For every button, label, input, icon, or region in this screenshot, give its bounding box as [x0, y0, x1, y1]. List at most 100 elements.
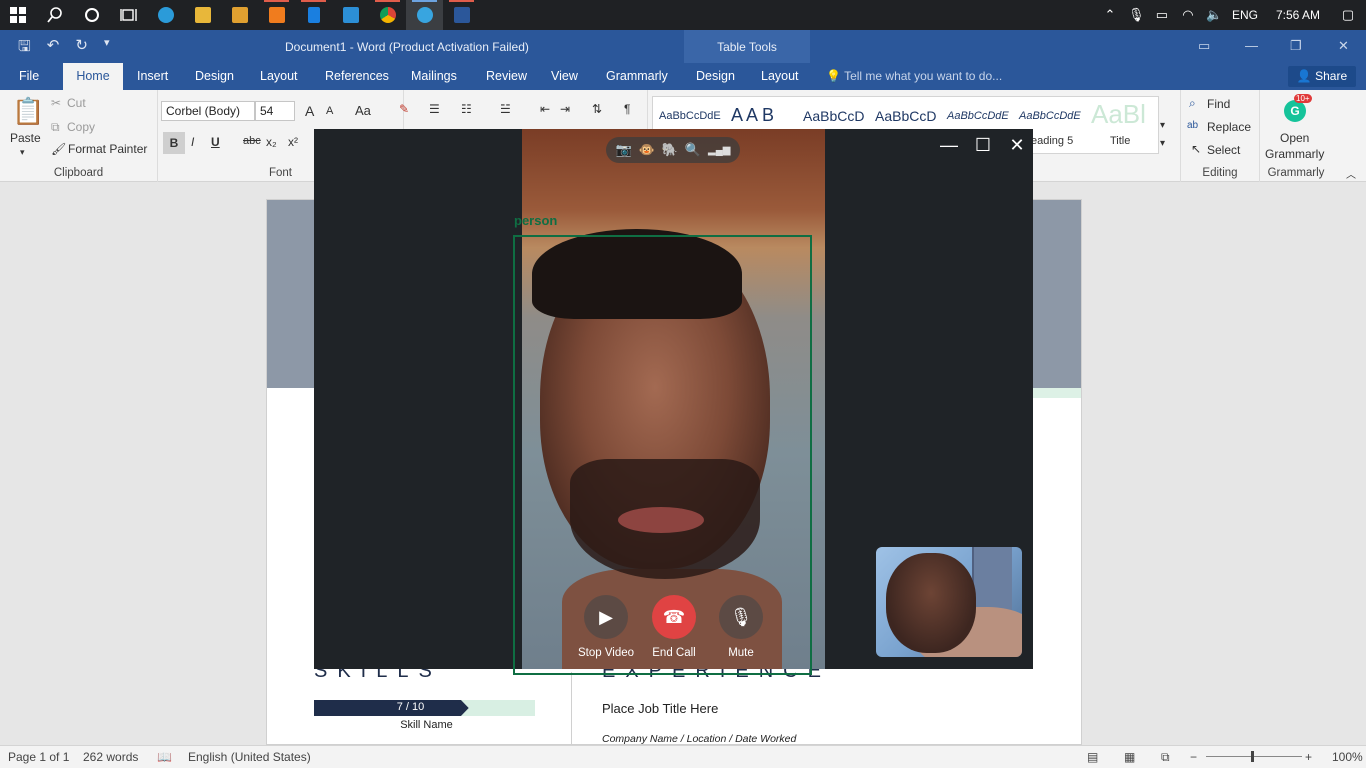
grammarly-icon[interactable]: G [1284, 100, 1306, 122]
copy-button[interactable]: Copy [67, 120, 95, 134]
superscript-button[interactable]: x² [288, 135, 298, 149]
share-button[interactable]: 👤 Share [1288, 66, 1356, 87]
style-title[interactable]: AaBl [1091, 99, 1146, 130]
minimize-icon[interactable]: — [1245, 38, 1258, 53]
monkey-icon[interactable]: 🐵 [639, 142, 655, 158]
edge-icon[interactable] [147, 0, 184, 30]
style-heading-3[interactable]: AaBbCcDdE [947, 110, 1009, 122]
grow-font-button[interactable]: A [305, 103, 314, 119]
elephant-icon[interactable]: 🐘 [662, 142, 678, 158]
word-count[interactable]: 262 words [83, 750, 138, 764]
cortana-icon[interactable] [73, 0, 110, 30]
collapse-ribbon-icon[interactable]: ︿ [1346, 166, 1356, 181]
ribbon-display-options-icon[interactable]: ▭ [1198, 38, 1210, 54]
show-formatting-icon[interactable]: ¶ [624, 102, 630, 116]
font-size-select[interactable]: 54 [255, 101, 295, 121]
bullets-icon[interactable]: ☰ [429, 102, 440, 116]
media-player-icon[interactable] [258, 0, 295, 30]
font-family-select[interactable]: Corbel (Body) [161, 101, 255, 121]
tab-file[interactable]: File [19, 63, 39, 90]
signal-icon[interactable]: ▂▄▆ [708, 145, 730, 156]
undo-icon[interactable]: ↶ [47, 36, 60, 61]
tab-insert[interactable]: Insert [137, 63, 168, 90]
subscript-button[interactable]: x₂ [266, 135, 277, 149]
web-layout-icon[interactable]: ⧉ [1161, 750, 1170, 765]
tell-me-search[interactable]: 💡 Tell me what you want to do... [826, 69, 1002, 83]
print-layout-icon[interactable]: ▦ [1124, 750, 1135, 764]
restore-icon[interactable]: ❐ [1290, 38, 1302, 54]
close-icon[interactable]: ✕ [1338, 38, 1349, 54]
task-view-icon[interactable] [110, 0, 147, 30]
tab-layout[interactable]: Layout [260, 63, 298, 90]
zoom-icon[interactable]: 🔍 [685, 142, 701, 158]
save-icon[interactable]: 🖫 [18, 36, 31, 61]
sort-icon[interactable]: ⇅ [592, 102, 602, 116]
maximize-call-icon[interactable]: ☐ [971, 135, 995, 156]
paste-button[interactable]: Paste [10, 131, 41, 145]
language-status[interactable]: English (United States) [188, 750, 311, 764]
style-heading-1[interactable]: AaBbCcD [803, 108, 864, 124]
chevron-up-icon[interactable]: ⌃ [1102, 7, 1118, 23]
tab-review[interactable]: Review [486, 63, 527, 90]
italic-button[interactable]: I [191, 135, 194, 149]
style-heading-2[interactable]: AaBbCcD [875, 108, 936, 124]
tab-design[interactable]: Design [195, 63, 234, 90]
volume-icon[interactable]: 🔈 [1206, 7, 1222, 23]
customize-toolbar-icon[interactable]: ▾ [104, 36, 110, 61]
close-call-icon[interactable]: ✕ [1005, 135, 1029, 156]
self-view-video[interactable] [876, 547, 1022, 657]
skill-bar[interactable]: 7 / 10 [314, 700, 535, 716]
end-call-button[interactable]: ☎ [652, 595, 696, 639]
format-painter-button[interactable]: Format Painter [68, 142, 147, 156]
mute-button[interactable]: 🎙 [719, 595, 763, 639]
proofing-icon[interactable]: 📖 [157, 750, 172, 764]
tab-references[interactable]: References [325, 63, 389, 90]
company-line[interactable]: Company Name / Location / Date Worked [602, 733, 796, 745]
paste-dropdown-icon[interactable]: ▾ [20, 147, 25, 158]
decrease-indent-icon[interactable]: ⇤ [540, 102, 550, 116]
zoom-slider-thumb[interactable] [1251, 751, 1254, 762]
style-normal[interactable]: AaBbCcDdE [659, 110, 721, 122]
cut-button[interactable]: Cut [67, 96, 86, 110]
tab-view[interactable]: View [551, 63, 578, 90]
zoom-level[interactable]: 100% [1332, 750, 1363, 764]
open-grammarly-button[interactable]: Open [1280, 131, 1309, 145]
stop-video-button[interactable]: ▶ [584, 595, 628, 639]
numbering-icon[interactable]: ☷ [461, 102, 472, 116]
language-indicator[interactable]: ENG [1232, 8, 1258, 22]
word-icon[interactable] [443, 0, 480, 30]
search-icon[interactable] [36, 0, 73, 30]
store-icon[interactable] [221, 0, 258, 30]
find-button[interactable]: Find [1207, 97, 1230, 111]
notification-icon[interactable]: ▢ [1340, 7, 1356, 23]
clock[interactable]: 7:56 AM [1276, 8, 1320, 22]
underline-button[interactable]: U [211, 135, 220, 149]
file-explorer-icon[interactable] [184, 0, 221, 30]
windows-start-icon[interactable] [0, 0, 36, 30]
paste-icon[interactable]: 📋 [12, 96, 44, 127]
tab-home[interactable]: Home [63, 63, 123, 90]
zoom-slider[interactable] [1206, 756, 1302, 757]
shrink-font-icon[interactable]: A [326, 105, 333, 117]
multilevel-list-icon[interactable]: ☱ [500, 102, 511, 116]
select-button[interactable]: Select [1207, 143, 1240, 157]
document-app-icon[interactable] [295, 0, 332, 30]
change-case-button[interactable]: Aa [355, 103, 371, 118]
page-count[interactable]: Page 1 of 1 [8, 750, 69, 764]
microphone-icon[interactable]: 🎙 [1128, 7, 1145, 23]
minimize-call-icon[interactable]: — [937, 135, 961, 156]
strikethrough-button[interactable]: abc [243, 135, 261, 147]
styles-expand-icon[interactable]: ▾ [1160, 138, 1165, 149]
chrome-icon[interactable] [369, 0, 406, 30]
increase-indent-icon[interactable]: ⇥ [560, 102, 570, 116]
tab-grammarly[interactable]: Grammarly [606, 63, 668, 90]
style-heading-4[interactable]: AaBbCcDdE [1019, 110, 1081, 122]
zoom-in-icon[interactable]: + [1305, 750, 1312, 764]
telegram-icon[interactable] [406, 0, 443, 30]
tab-table-layout[interactable]: Layout [761, 63, 799, 90]
job-title[interactable]: Place Job Title Here [602, 701, 718, 716]
bold-button[interactable]: B [163, 132, 185, 154]
vscode-icon[interactable] [332, 0, 369, 30]
read-mode-icon[interactable]: ▤ [1087, 750, 1098, 764]
zoom-out-icon[interactable]: − [1190, 750, 1197, 764]
